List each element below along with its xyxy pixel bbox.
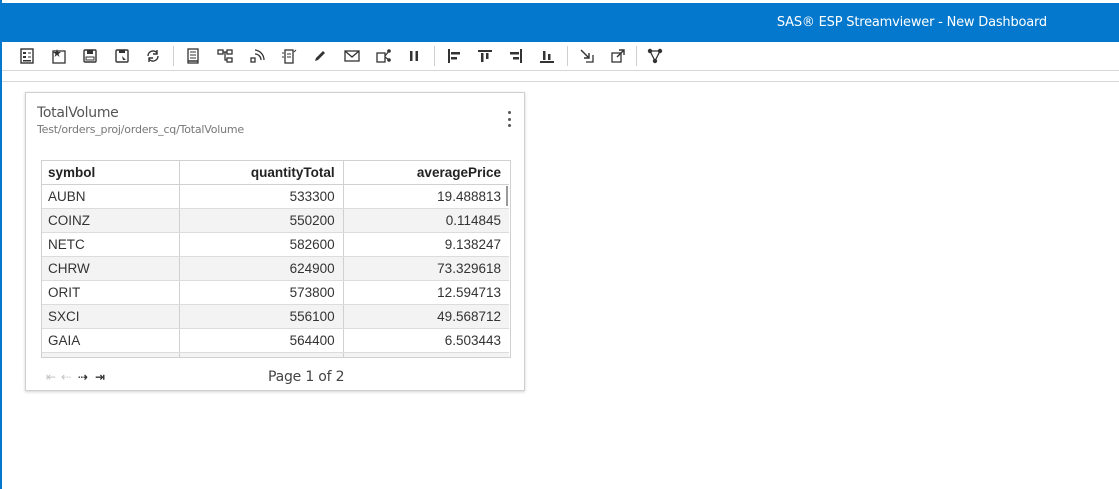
column-header-quantity-total[interactable]: quantityTotal (179, 161, 344, 185)
toolbar-separator (567, 46, 568, 66)
document-button[interactable] (182, 45, 204, 67)
toolbar-separator (173, 46, 174, 66)
mail-button[interactable] (341, 45, 363, 67)
table-row[interactable]: COINZ 550200 0.114845 (42, 208, 509, 233)
widget-subtitle: Test/orders_proj/orders_cq/TotalVolume (37, 123, 244, 136)
save-as-button[interactable] (111, 45, 133, 67)
graph-button[interactable] (644, 45, 666, 67)
edit-button[interactable] (309, 45, 331, 67)
align-right-button[interactable] (505, 45, 527, 67)
document-icon (187, 48, 199, 64)
cell-symbol: GAIA (42, 328, 181, 353)
cell-average-price: 49.568712 (343, 304, 509, 329)
vertical-scrollbar[interactable] (506, 186, 508, 206)
widget-title: TotalVolume (37, 105, 119, 121)
table-row[interactable] (42, 352, 509, 357)
data-grid[interactable]: symbol quantityTotal averagePrice AUBN 5… (41, 160, 511, 358)
dashboard-list-icon (20, 48, 34, 64)
publish-button[interactable] (278, 45, 300, 67)
toolbar (2, 42, 1119, 71)
refresh-icon (147, 50, 159, 62)
table-header-row: symbol quantityTotal averagePrice (42, 161, 509, 185)
table-widget[interactable]: TotalVolume Test/orders_proj/orders_cq/T… (25, 92, 525, 391)
new-dashboard-button[interactable] (48, 45, 70, 67)
share-button[interactable] (373, 45, 395, 67)
cell-symbol: COINZ (42, 208, 181, 233)
cell-quantity-total: 624900 (179, 256, 344, 281)
cell-average-price: 9.138247 (343, 232, 509, 257)
stream-icon (250, 49, 265, 63)
column-header-average-price[interactable]: averagePrice (343, 161, 509, 185)
dashboard-list-button[interactable] (16, 45, 38, 67)
table-row[interactable]: GAIA 564400 6.503443 (42, 328, 509, 353)
cell-symbol: NETC (42, 232, 181, 257)
save-icon (83, 49, 97, 63)
align-left-icon (448, 49, 460, 63)
workspace-divider (2, 81, 1119, 82)
cell-quantity-total: 533300 (179, 184, 344, 209)
refresh-button[interactable] (142, 45, 164, 67)
prev-page-icon[interactable]: ⇠ (61, 370, 71, 384)
table-row[interactable]: ORIT 573800 12.594713 (42, 280, 509, 305)
cell-symbol: CHRW (42, 256, 181, 281)
align-top-icon (478, 50, 492, 62)
cell-average-price (343, 352, 509, 357)
more-options-icon[interactable] (506, 111, 512, 127)
cell-quantity-total: 564400 (179, 328, 344, 353)
table-row[interactable]: AUBN 533300 19.488813 (42, 184, 509, 209)
save-as-icon (115, 49, 129, 63)
import-icon (580, 49, 594, 63)
cell-quantity-total: 556100 (179, 304, 344, 329)
cell-symbol: AUBN (42, 184, 181, 209)
cell-quantity-total: 582600 (179, 232, 344, 257)
table-row[interactable]: CHRW 624900 73.329618 (42, 256, 509, 281)
cell-average-price: 12.594713 (343, 280, 509, 305)
pause-icon (410, 51, 418, 61)
align-top-button[interactable] (474, 45, 496, 67)
last-page-icon[interactable]: ⇥ (95, 370, 105, 384)
cell-symbol: SXCI (42, 304, 181, 329)
cell-average-price: 73.329618 (343, 256, 509, 281)
toolbar-separator (636, 46, 637, 66)
mail-icon (344, 50, 360, 62)
cell-average-price: 6.503443 (343, 328, 509, 353)
app-title: SAS® ESP Streamviewer - New Dashboard (776, 15, 1047, 30)
align-right-icon (510, 49, 522, 63)
stream-button[interactable] (246, 45, 268, 67)
table-row[interactable]: NETC 582600 9.138247 (42, 232, 509, 257)
publish-icon (282, 49, 297, 64)
page-indicator: Page 1 of 2 (268, 369, 345, 385)
pager: ⇤ ⇠ ⇢ ⇥ Page 1 of 2 (46, 366, 506, 386)
toolbar-separator (434, 46, 435, 66)
align-left-button[interactable] (443, 45, 465, 67)
app-window: SAS® ESP Streamviewer - New Dashboard To… (0, 0, 1119, 489)
cell-symbol (42, 352, 181, 357)
align-bottom-button[interactable] (536, 45, 558, 67)
cell-symbol: ORIT (42, 280, 181, 305)
graph-icon (647, 48, 663, 64)
align-bottom-icon (540, 51, 554, 63)
next-page-icon[interactable]: ⇢ (78, 370, 88, 384)
share-icon (376, 49, 391, 63)
cell-quantity-total (179, 352, 344, 357)
cell-quantity-total: 550200 (179, 208, 344, 233)
export-button[interactable] (607, 45, 629, 67)
cell-average-price: 0.114845 (343, 208, 509, 233)
title-bar: SAS® ESP Streamviewer - New Dashboard (2, 3, 1119, 42)
cell-average-price: 19.488813 (343, 184, 509, 209)
first-page-icon[interactable]: ⇤ (46, 370, 56, 384)
cell-quantity-total: 573800 (179, 280, 344, 305)
model-tree-icon (217, 49, 233, 63)
import-button[interactable] (576, 45, 598, 67)
model-tree-button[interactable] (214, 45, 236, 67)
export-icon (611, 49, 625, 63)
new-dashboard-icon (52, 49, 66, 64)
edit-icon (315, 51, 325, 61)
save-button[interactable] (79, 45, 101, 67)
table-row[interactable]: SXCI 556100 49.568712 (42, 304, 509, 329)
column-header-symbol[interactable]: symbol (42, 161, 181, 185)
data-table: symbol quantityTotal averagePrice AUBN 5… (42, 161, 509, 357)
pause-button[interactable] (403, 45, 425, 67)
